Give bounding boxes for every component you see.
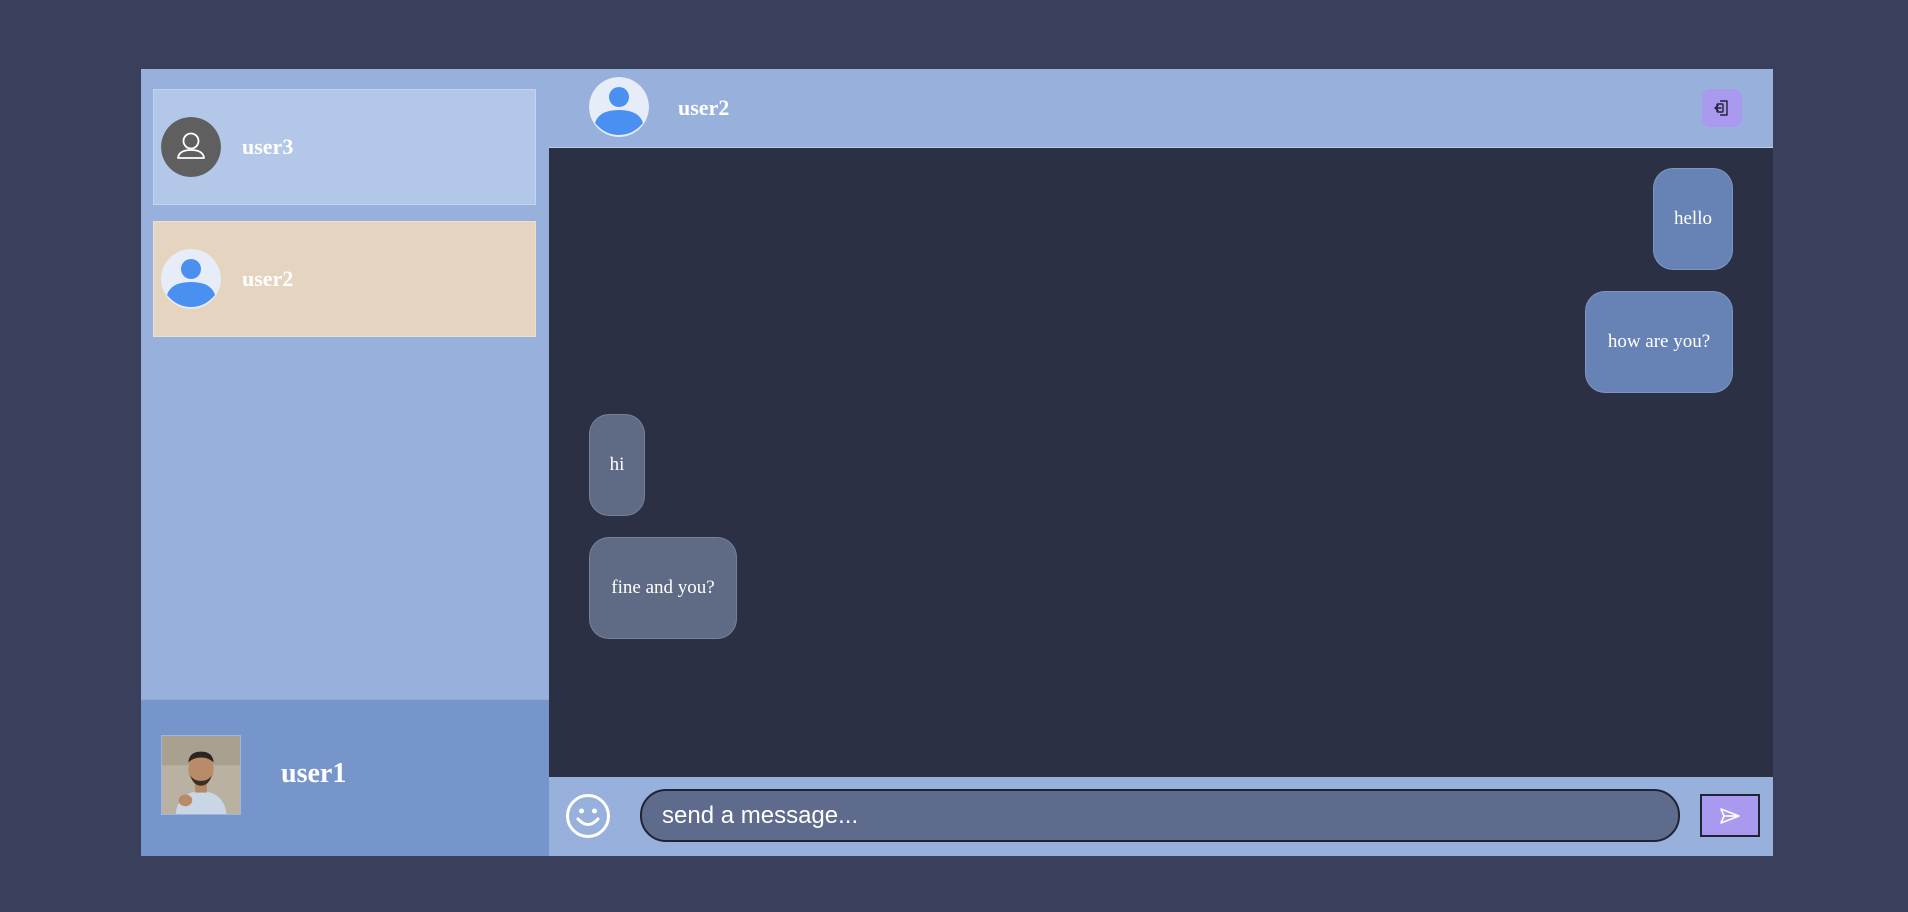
message-bubble-outgoing: how are you? xyxy=(1585,291,1733,393)
contact-item-user2[interactable]: user2 xyxy=(153,221,536,337)
current-user-name: user1 xyxy=(281,758,347,789)
logout-button[interactable] xyxy=(1702,89,1742,127)
contact-name: user3 xyxy=(242,134,294,159)
chat-header: user2 xyxy=(549,69,1773,148)
message-bubble-incoming: hi xyxy=(589,414,645,516)
current-user-panel: user1 xyxy=(141,699,549,856)
default-user-icon xyxy=(161,117,221,177)
contact-name: user2 xyxy=(242,266,294,291)
message-list: hello how are you? hi fine and you? xyxy=(549,148,1773,777)
profile-photo xyxy=(161,735,241,815)
message-input-bar xyxy=(549,777,1773,856)
chat-panel: user2 hello how are you? hi fine and you… xyxy=(549,69,1773,856)
chat-partner-name: user2 xyxy=(678,95,730,120)
logout-icon xyxy=(1714,100,1728,116)
chat-app: user3 user2 user1 user2 hello how are yo… xyxy=(141,69,1773,856)
blue-person-avatar xyxy=(589,77,649,137)
send-button[interactable] xyxy=(1700,794,1760,837)
sidebar: user3 user2 user1 xyxy=(141,69,549,856)
message-bubble-outgoing: hello xyxy=(1653,168,1733,270)
contact-item-user3[interactable]: user3 xyxy=(153,89,536,205)
send-icon xyxy=(1720,807,1740,824)
message-bubble-incoming: fine and you? xyxy=(589,537,737,639)
message-input[interactable] xyxy=(640,789,1680,842)
smiley-icon[interactable] xyxy=(565,793,611,839)
blue-person-avatar xyxy=(161,249,221,309)
